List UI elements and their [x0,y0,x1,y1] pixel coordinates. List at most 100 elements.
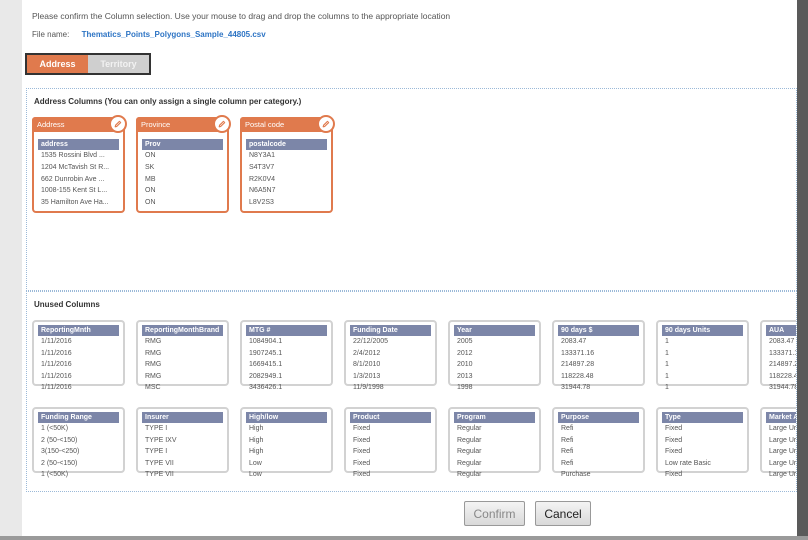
sample-value: 2083.47 [561,338,587,345]
sample-value: Regular [457,448,482,456]
unused-column-card[interactable]: High/low High High High Low Low [240,407,333,478]
sample-value: Low [249,459,262,467]
sample-value: RMG [145,372,162,380]
sample-value: 1 [665,349,669,357]
unused-column-card[interactable]: Market Area Large Urban Large Urban Large U… [760,407,796,478]
sample-value: 133371.16 [769,349,796,357]
window-left-shade [0,0,22,540]
sample-value: TYPE I [145,448,168,456]
pencil-icon [322,120,330,128]
sample-value: Large Urban [769,471,797,479]
sample-value: 11/9/1998 [353,384,384,392]
column-list: Year 2005 2012 2010 2013 1998 [454,325,535,394]
sample-value: Fixed [353,448,371,456]
unused-column-card[interactable]: Type Fixed Fixed Fixed Low rate Basic Fixed [656,407,749,478]
sample-value: 1/11/2016 [41,338,72,345]
unused-columns-section: Unused Columns ReportingMnth 1/11/2016 1/1… [26,291,797,492]
sample-value: 133371.16 [561,349,595,357]
column-name: Prov [142,139,223,150]
sample-value: Large Urban [769,425,797,432]
column-list: Prov ON SK MB ON ON [142,139,223,209]
column-name: AUA [766,325,796,336]
column-list: AUA 2083.47 133371.16 214897.28 118228.48 319… [766,325,797,394]
sample-value: Fixed [353,459,371,467]
sample-value: 1 [665,372,669,380]
sample-value: 31944.78 [769,384,797,392]
unused-column-card[interactable]: ReportingMonthBrand RMG RMG RMG RMG MSC [136,320,229,391]
sample-value: SK [145,163,155,171]
unused-column-card[interactable]: Insurer TYPE I TYPE IXV TYPE I TYPE VII TYPE … [136,407,229,478]
sample-value: L8V2S3 [249,199,274,207]
sample-value: Fixed [665,425,683,432]
edit-button[interactable] [109,115,127,133]
sample-value: RMG [145,338,162,345]
column-name: 90 days Units [662,325,743,336]
window-bottom-shade [0,536,808,540]
sample-value: High [249,425,264,432]
sample-value: Refi [561,436,574,444]
assigned-column-card[interactable]: Province Prov ON SK MB ON ON [136,115,231,213]
unused-column-card[interactable]: Product Fixed Fixed Fixed Fixed Fixed [344,407,437,478]
unused-column-card[interactable]: 90 days Units 1 1 1 1 1 [656,320,749,391]
column-list: Insurer TYPE I TYPE IXV TYPE I TYPE VII TYPE … [142,412,223,481]
sample-value: 2010 [457,361,473,369]
column-name: Program [454,412,535,423]
file-name-value: Thematics_Points_Polygons_Sample_44805.c… [81,30,266,39]
sample-value: 1/3/2013 [353,372,381,380]
unused-column-card[interactable]: Funding Date 22/12/2005 2/4/2012 8/1/2010 1/… [344,320,437,391]
column-name: 90 days $ [558,325,639,336]
unused-column-card[interactable]: Year 2005 2012 2010 2013 1998 [448,320,541,391]
sample-value: MB [145,175,156,183]
sample-value: 3436426.1 [249,384,283,392]
pencil-icon [114,120,122,128]
unused-column-card[interactable]: Purpose Refi Refi Refi Refi Purchase [552,407,645,478]
tab-address[interactable]: Address [27,55,88,73]
sample-value: Fixed [665,436,683,444]
assigned-column-card[interactable]: Postal code postalcode N8Y3A1 S4T3V7 R2K0V4 N… [240,115,335,213]
column-list: Funding Date 22/12/2005 2/4/2012 8/1/2010 1/… [350,325,431,394]
column-name: postalcode [246,139,327,150]
column-name: Purpose [558,412,639,423]
unused-column-card[interactable]: Program Regular Regular Regular Regular Regul… [448,407,541,478]
column-name: High/low [246,412,327,423]
address-columns-title: Address Columns (You can only assign a s… [34,97,302,106]
sample-value: 2082949.1 [249,372,283,380]
pencil-icon [218,120,226,128]
sample-value: Fixed [665,448,683,456]
unused-column-card[interactable]: AUA 2083.47 133371.16 214897.28 118228.48 319… [760,320,796,391]
sample-value: 2083.47 [769,338,795,345]
sample-value: 2013 [457,372,473,380]
file-name-label: File name: [32,30,70,39]
cancel-button[interactable]: Cancel [535,501,591,526]
column-name: MTG # [246,325,327,336]
sample-value: 1/11/2016 [41,384,72,392]
column-name: ReportingMnth [38,325,119,336]
sample-value: Large Urban [769,459,797,467]
address-columns-section: Address Columns (You can only assign a s… [26,88,797,291]
sample-value: ON [145,152,156,159]
mode-tabs: Address Territory [25,53,151,75]
edit-button[interactable] [213,115,231,133]
column-list: postalcode N8Y3A1 S4T3V7 R2K0V4 N6A5N7 L8V2S3 [246,139,327,209]
sample-value: 1 (<50K) [41,425,69,432]
column-list: address 1535 Rossini Blvd ... 1204 McTavis… [38,139,119,209]
column-list: 90 days Units 1 1 1 1 1 [662,325,743,394]
tab-territory[interactable]: Territory [88,55,149,73]
column-name: Funding Range [38,412,119,423]
unused-column-card[interactable]: Funding Range 1 (<50K) 2 (50-<150) 3(150-<2… [32,407,125,478]
edit-button[interactable] [317,115,335,133]
sample-value: 1 [665,384,669,392]
column-name: ReportingMonthBrand [142,325,223,336]
sample-value: Refi [561,459,574,467]
unused-column-card[interactable]: ReportingMnth 1/11/2016 1/11/2016 1/11/2016… [32,320,125,391]
assigned-column-card[interactable]: Address address 1535 Rossini Blvd ... 1204 … [32,115,127,213]
sample-value: TYPE VII [145,459,174,467]
sample-value: 1998 [457,384,473,392]
category-label: Postal code [240,117,322,132]
confirm-button[interactable]: Confirm [464,501,525,526]
column-list: Type Fixed Fixed Fixed Low rate Basic Fixed [662,412,743,481]
unused-column-card[interactable]: MTG # 1084904.1 1907245.1 1669415.1 2082949.… [240,320,333,391]
unused-column-card[interactable]: 90 days $ 2083.47 133371.16 214897.28 118228… [552,320,645,391]
column-list: Market Area Large Urban Large Urban Large U… [766,412,797,481]
sample-value: Refi [561,425,574,432]
